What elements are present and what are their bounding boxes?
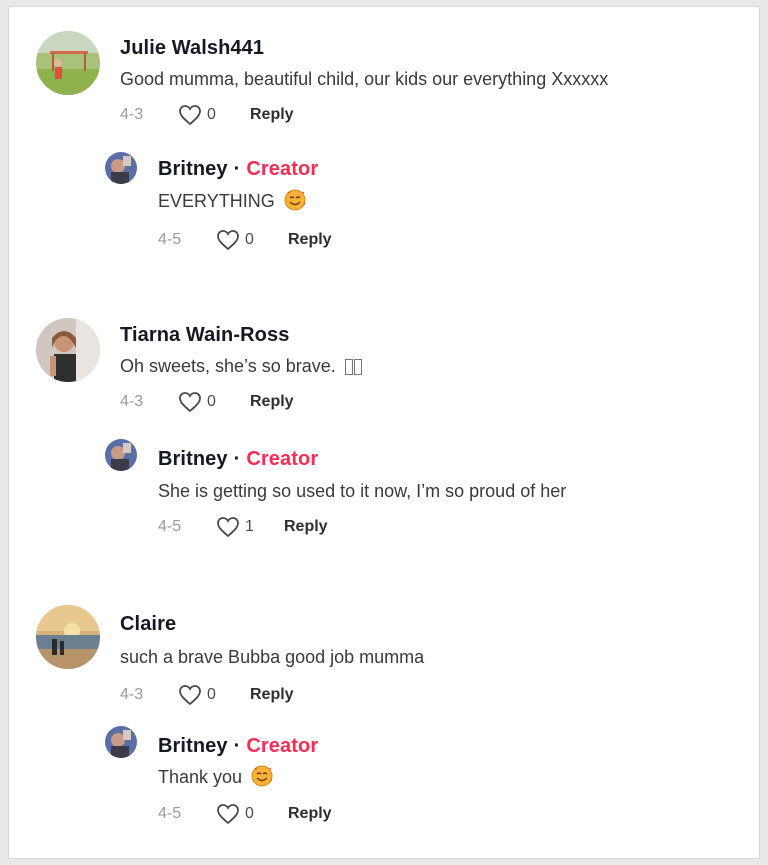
like-count: 1 [245, 518, 254, 535]
like-count: 0 [207, 686, 216, 703]
comment-username[interactable]: Claire [120, 613, 176, 636]
reply-button[interactable]: Reply [284, 518, 328, 536]
reply-meta: 4-5 0 Reply [158, 802, 332, 826]
heart-icon [179, 685, 201, 706]
reply-author[interactable]: Britney [158, 448, 228, 470]
separator-dot: · [233, 735, 241, 757]
comment-meta: 4-3 0 Reply [120, 103, 294, 127]
heart-icon [217, 230, 239, 251]
missing-glyph-icon [344, 359, 363, 380]
heart-icon [217, 517, 239, 538]
reply-date: 4-5 [158, 231, 182, 248]
reply-button[interactable]: Reply [250, 686, 294, 704]
reply-text: She is getting so used to it now, I’m so… [158, 481, 567, 501]
reply-username: Britney · Creator [158, 158, 318, 181]
reply-meta: 4-5 1 Reply [158, 515, 328, 539]
heart-icon [179, 392, 201, 413]
comment-text: Good mumma, beautiful child, our kids ou… [120, 69, 609, 89]
heart-icon [179, 105, 201, 126]
reply-meta: 4-5 0 Reply [158, 228, 332, 252]
comment-text-content: Oh sweets, she’s so brave. [120, 356, 336, 376]
avatar[interactable] [36, 31, 100, 95]
reply-username: Britney · Creator [158, 448, 318, 471]
comment-text: Oh sweets, she’s so brave. [120, 356, 363, 380]
like-button[interactable]: 0 [178, 104, 250, 126]
comment-text: such a brave Bubba good job mumma [120, 647, 425, 667]
like-button[interactable]: 1 [216, 516, 284, 538]
separator-dot: · [233, 448, 241, 470]
avatar[interactable] [36, 318, 100, 382]
reply-date: 4-5 [158, 518, 182, 535]
like-count: 0 [245, 231, 254, 248]
smiling-face-with-hearts-icon [251, 765, 273, 787]
avatar[interactable] [105, 152, 137, 184]
comment-date: 4-3 [120, 686, 144, 703]
comment-meta: 4-3 0 Reply [120, 683, 294, 707]
reply-button[interactable]: Reply [250, 393, 294, 411]
creator-badge: Creator [246, 158, 319, 180]
comment-date: 4-3 [120, 106, 144, 123]
like-count: 0 [245, 805, 254, 822]
creator-badge: Creator [246, 448, 319, 470]
comment-meta: 4-3 0 Reply [120, 390, 294, 414]
like-count: 0 [207, 106, 216, 123]
reply-button[interactable]: Reply [288, 231, 332, 249]
comments-panel: Julie Walsh441 Good mumma, beautiful chi… [8, 6, 760, 859]
creator-badge: Creator [246, 735, 319, 757]
comment-username[interactable]: Tiarna Wain-Ross [120, 324, 289, 347]
comment-username[interactable]: Julie Walsh441 [120, 37, 264, 60]
reply-author[interactable]: Britney [158, 735, 228, 757]
reply-date: 4-5 [158, 805, 182, 822]
like-button[interactable]: 0 [216, 229, 288, 251]
reply-text: Thank you [158, 765, 273, 788]
smiling-face-with-hearts-icon [284, 189, 306, 211]
like-button[interactable]: 0 [178, 391, 250, 413]
reply-text-content: EVERYTHING [158, 191, 275, 211]
avatar[interactable] [36, 605, 100, 669]
reply-username: Britney · Creator [158, 735, 318, 758]
reply-button[interactable]: Reply [250, 106, 294, 124]
avatar[interactable] [105, 439, 137, 471]
like-button[interactable]: 0 [178, 684, 250, 706]
reply-button[interactable]: Reply [288, 805, 332, 823]
separator-dot: · [233, 158, 241, 180]
like-count: 0 [207, 393, 216, 410]
reply-text: EVERYTHING [158, 189, 306, 212]
like-button[interactable]: 0 [216, 803, 288, 825]
avatar[interactable] [105, 726, 137, 758]
reply-author[interactable]: Britney [158, 158, 228, 180]
comment-date: 4-3 [120, 393, 144, 410]
heart-icon [217, 804, 239, 825]
reply-text-content: Thank you [158, 767, 243, 787]
